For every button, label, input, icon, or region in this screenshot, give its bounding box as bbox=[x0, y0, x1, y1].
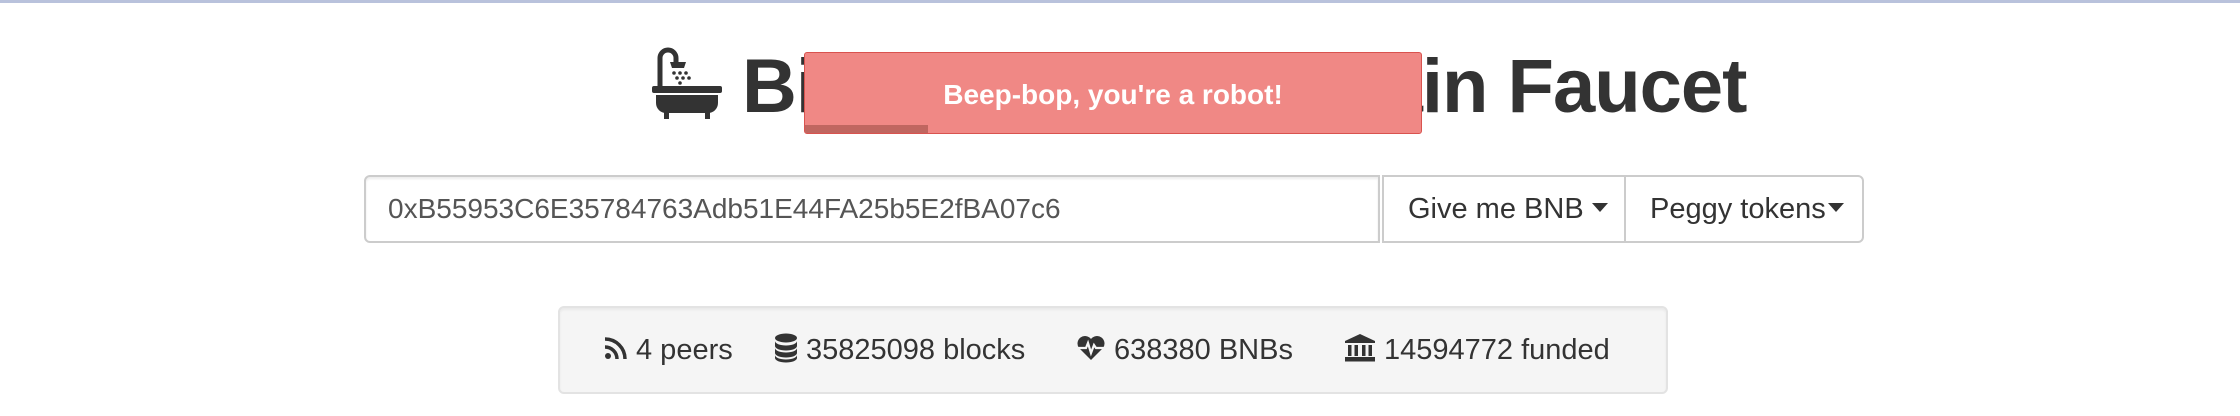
heartbeat-icon bbox=[1077, 336, 1105, 361]
peggy-tokens-label: Peggy tokens bbox=[1650, 193, 1826, 225]
blocks-text: 35825098 blocks bbox=[806, 334, 1026, 366]
stat-bnbs: 638380 BNBs bbox=[1076, 308, 1293, 392]
stats-panel: 4 peers 35825098 blocks 638380 BNBs 1459… bbox=[558, 306, 1668, 394]
caret-down-icon bbox=[1827, 202, 1844, 212]
give-bnb-label: Give me BNB bbox=[1408, 193, 1584, 225]
bank-icon bbox=[1345, 334, 1375, 362]
stat-peers: 4 peers bbox=[604, 308, 733, 392]
stat-blocks: 35825098 blocks bbox=[774, 308, 1025, 392]
database-icon bbox=[775, 333, 797, 363]
toast-progress-bar bbox=[805, 125, 929, 133]
peers-text: 4 peers bbox=[636, 334, 733, 366]
peggy-tokens-button[interactable]: Peggy tokens bbox=[1624, 175, 1864, 243]
bath-icon bbox=[652, 47, 722, 119]
give-bnb-button[interactable]: Give me BNB bbox=[1382, 175, 1626, 243]
address-input[interactable] bbox=[364, 175, 1380, 243]
top-border bbox=[0, 0, 2240, 3]
funded-text: 14594772 funded bbox=[1384, 334, 1610, 366]
error-toast[interactable]: Beep-bop, you're a robot! bbox=[804, 52, 1422, 134]
stat-funded: 14594772 funded bbox=[1344, 308, 1610, 392]
bnbs-text: 638380 BNBs bbox=[1114, 334, 1293, 366]
rss-icon bbox=[604, 337, 627, 360]
toast-message: Beep-bop, you're a robot! bbox=[943, 79, 1283, 110]
caret-down-icon bbox=[1591, 202, 1608, 212]
